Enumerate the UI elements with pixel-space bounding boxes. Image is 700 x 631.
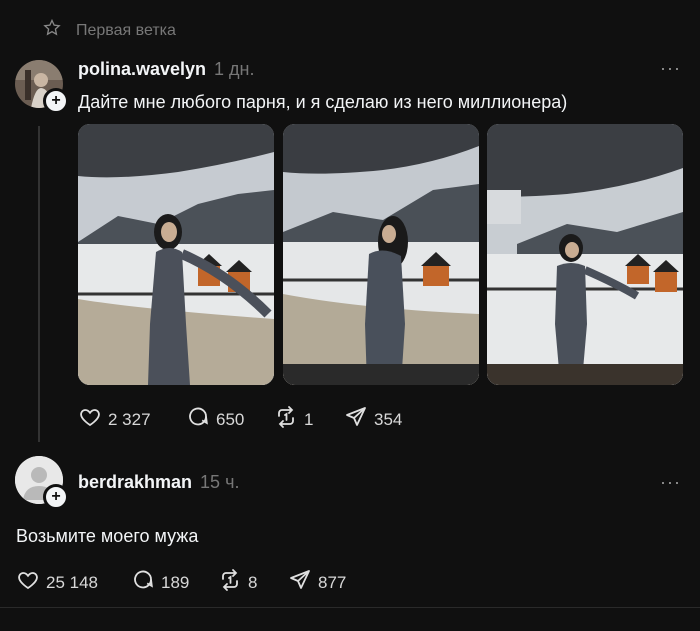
more-dots-icon[interactable]: ···	[660, 472, 681, 493]
like-count: 2 327	[108, 409, 151, 429]
share-button[interactable]: 877	[288, 568, 346, 597]
divider	[0, 607, 700, 608]
like-button[interactable]: 2 327	[78, 405, 186, 434]
star-icon[interactable]	[42, 18, 62, 43]
heart-icon	[16, 568, 40, 597]
reply-time: 15 ч.	[200, 472, 240, 492]
thread-title: Первая ветка	[76, 21, 176, 39]
reply-actions: 25 148 189 8 877	[16, 568, 346, 597]
repost-button[interactable]: 8	[218, 568, 288, 597]
post-header: polina.wavelyn 1 дн.	[78, 59, 255, 80]
comment-bubble-icon	[186, 405, 210, 434]
repost-count: 8	[248, 572, 258, 592]
repost-count: 1	[304, 409, 314, 429]
comment-button[interactable]: 189	[131, 568, 218, 597]
comment-count: 189	[161, 572, 190, 592]
repost-icon	[274, 405, 298, 434]
reply-username[interactable]: berdrakhman	[78, 472, 192, 493]
follow-plus-icon[interactable]: +	[43, 484, 69, 510]
thread-connector-line	[38, 126, 40, 442]
post-actions: 2 327 650 1 354	[78, 405, 402, 434]
thread-header: Первая ветка	[42, 18, 176, 43]
post-avatar-wrap[interactable]: +	[15, 60, 69, 114]
follow-plus-icon[interactable]: +	[43, 88, 69, 114]
post-text: Дайте мне любого парня, и я сделаю из не…	[78, 92, 568, 112]
post-image-2[interactable]	[283, 124, 479, 385]
share-count: 354	[374, 409, 403, 429]
username[interactable]: polina.wavelyn	[78, 59, 206, 80]
like-count: 25 148	[46, 572, 98, 592]
post-time: 1 дн.	[214, 59, 255, 79]
send-icon	[344, 405, 368, 434]
comment-bubble-icon	[131, 568, 155, 597]
send-icon	[288, 568, 312, 597]
comment-button[interactable]: 650	[186, 405, 274, 434]
share-count: 877	[318, 572, 347, 592]
reply-avatar-wrap[interactable]: +	[15, 456, 69, 510]
reply-text: Возьмите моего мужа	[16, 526, 199, 546]
repost-button[interactable]: 1	[274, 405, 344, 434]
post-image-1[interactable]	[78, 124, 274, 385]
heart-icon	[78, 405, 102, 434]
comment-count: 650	[216, 409, 245, 429]
repost-icon	[218, 568, 242, 597]
like-button[interactable]: 25 148	[16, 568, 131, 597]
more-dots-icon[interactable]: ···	[660, 58, 681, 79]
share-button[interactable]: 354	[344, 405, 402, 434]
post-image-3[interactable]	[487, 124, 683, 385]
reply-header: berdrakhman 15 ч.	[78, 472, 239, 493]
